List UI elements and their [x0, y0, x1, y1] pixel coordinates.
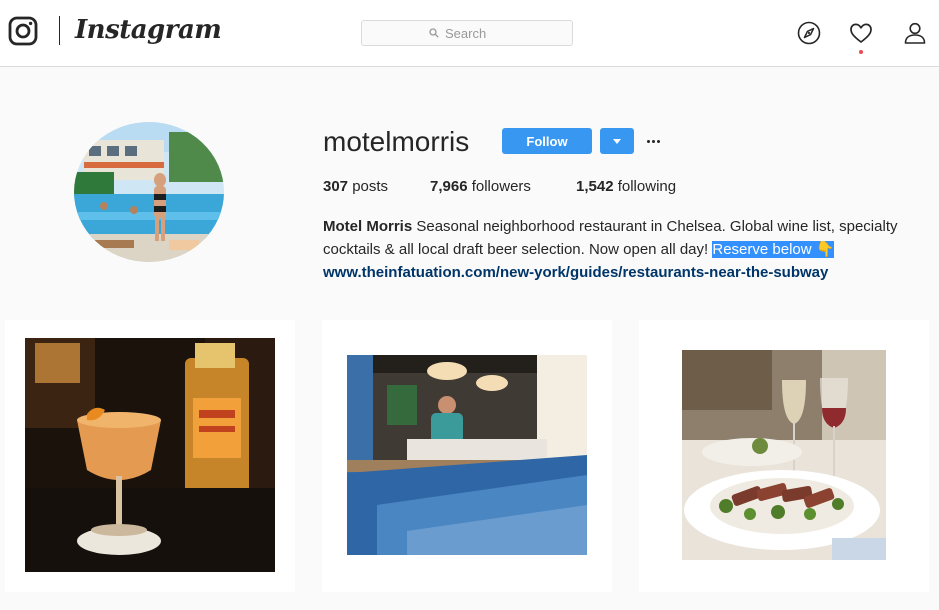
search-input[interactable] [445, 25, 505, 41]
activity-heart-icon[interactable] [848, 20, 874, 46]
logo-divider [59, 16, 60, 45]
profile-username: motelmorris [323, 126, 470, 157]
caret-down-icon [613, 138, 621, 144]
avatar-pool-photo [74, 122, 224, 262]
post-thumbnail-2[interactable] [322, 320, 612, 592]
search-box[interactable] [361, 20, 573, 46]
followers-count[interactable]: 7,966 followers [430, 178, 531, 196]
bio-highlighted-text: Reserve below 👇 [712, 241, 835, 258]
explore-compass-icon[interactable] [796, 20, 822, 46]
steak-dish-photo [682, 350, 886, 560]
post-thumbnail-1[interactable] [5, 320, 295, 592]
more-options-button[interactable] [644, 128, 662, 154]
search-icon [429, 28, 439, 38]
top-navigation-bar: Instagram [0, 0, 939, 67]
following-count[interactable]: 1,542 following [576, 178, 676, 196]
follow-button[interactable]: Follow [502, 128, 592, 154]
instagram-wordmark[interactable]: Instagram [75, 13, 222, 47]
kitchen-window-photo [347, 355, 587, 555]
profile-bio: Motel Morris Seasonal neighborhood resta… [323, 215, 923, 284]
cocktail-photo [25, 338, 275, 572]
profile-person-icon[interactable] [902, 20, 928, 46]
ellipsis-icon [646, 139, 650, 143]
posts-count: 307 posts [323, 178, 389, 195]
bio-display-name: Motel Morris [323, 218, 413, 235]
instagram-camera-icon[interactable] [8, 16, 38, 46]
suggestions-dropdown-button[interactable] [600, 128, 634, 154]
notification-dot [859, 50, 863, 54]
profile-avatar[interactable] [74, 122, 224, 262]
bio-website-link[interactable]: www.theinfatuation.com/new-york/guides/r… [323, 261, 923, 284]
post-thumbnail-3[interactable] [639, 320, 929, 592]
